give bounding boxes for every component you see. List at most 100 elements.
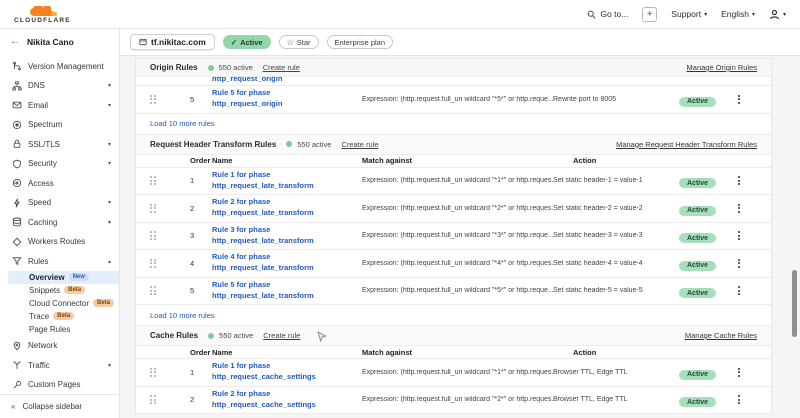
table-row: 5 Rule 5 for phasehttp_request_origin Ex… (136, 86, 771, 114)
chevron-up-icon: ▴ (108, 258, 111, 265)
language-menu[interactable]: English ▾ (721, 9, 755, 19)
rule-name-link[interactable]: Rule 5 for phasehttp_request_origin (212, 88, 362, 110)
rule-action: Set static header-1 = value-1 (553, 177, 679, 184)
chevron-down-icon: ▾ (108, 160, 111, 167)
drag-handle-icon[interactable] (150, 176, 156, 185)
rule-expression: Expression: (http.request.full_uri wildc… (362, 287, 553, 294)
back-arrow-icon[interactable]: ← (10, 36, 20, 47)
sidebar: ← Nikita Cano Version Management DNS ▾ E… (0, 29, 120, 418)
load-more-origin-rules[interactable]: Load 10 more rules (136, 114, 771, 135)
sidebar-item-access[interactable]: Access (0, 173, 119, 193)
kebab-menu-button[interactable] (729, 259, 749, 268)
search-icon (587, 10, 596, 19)
table-row: 1 Rule 1 for phasehttp_request_late_tran… (136, 168, 771, 196)
rule-expression: Expression: (http.request.full_uri wildc… (362, 177, 553, 184)
sidebar-item-snippets[interactable]: Snippets Beta (0, 284, 119, 297)
sidebar-item-spectrum[interactable]: Spectrum (0, 115, 119, 135)
drag-handle-icon[interactable] (150, 259, 156, 268)
active-count: 550 active (219, 331, 253, 340)
sidebar-item-custom-pages[interactable]: Custom Pages (0, 375, 119, 395)
kebab-menu-button[interactable] (729, 176, 749, 185)
add-button[interactable]: + (642, 7, 657, 22)
origin-rules-header: Origin Rules 550 active Create rule Mana… (136, 59, 771, 77)
chevron-down-icon: ▾ (752, 11, 755, 18)
drag-handle-icon[interactable] (150, 231, 156, 240)
rule-name-link[interactable]: Rule 5 for phasehttp_request_late_transf… (212, 280, 362, 302)
account-name: Nikita Cano (27, 37, 74, 47)
sidebar-item-dns[interactable]: DNS ▾ (0, 76, 119, 96)
create-rule-link[interactable]: Create rule (263, 63, 300, 72)
star-button[interactable]: ☆ Star (279, 35, 319, 49)
rule-name-link[interactable]: Rule 2 for phasehttp_request_cache_setti… (212, 389, 362, 411)
rule-action: Set static header-4 = value-4 (553, 260, 679, 267)
zone-selector[interactable]: tf.nikitac.com (130, 34, 215, 50)
status-badge: Active (679, 97, 716, 107)
shield-icon (11, 158, 22, 169)
drag-handle-icon[interactable] (150, 95, 156, 104)
status-badge: Active (679, 370, 716, 380)
sidebar-item-rules[interactable]: Rules ▴ (0, 251, 119, 271)
active-count: 550 active (297, 140, 331, 149)
manage-request-header-transform-rules-link[interactable]: Manage Request Header Transform Rules (616, 140, 757, 149)
rule-name-link[interactable]: http_request_origin (212, 77, 771, 83)
sidebar-item-overview[interactable]: Overview New (8, 271, 119, 284)
kebab-menu-button[interactable] (729, 286, 749, 295)
create-rule-link[interactable]: Create rule (263, 331, 300, 340)
status-badge: Active (679, 206, 716, 216)
chevron-down-icon: ▾ (108, 199, 111, 206)
request-header-transform-rules-header: Request Header Transform Rules 550 activ… (136, 135, 771, 155)
rule-name-link[interactable]: Rule 2 for phasehttp_request_late_transf… (212, 197, 362, 219)
top-navbar: CLOUDFLARE Go to... + Support ▾ English … (0, 0, 800, 29)
chevron-down-icon: ▾ (108, 102, 111, 109)
sidebar-item-page-rules[interactable]: Page Rules (0, 323, 119, 336)
sidebar-item-workers-routes[interactable]: Workers Routes (0, 232, 119, 252)
rules-card: Origin Rules 550 active Create rule Mana… (135, 58, 772, 414)
sidebar-item-caching[interactable]: Caching ▾ (0, 212, 119, 232)
drag-handle-icon[interactable] (150, 395, 156, 404)
sidebar-item-traffic[interactable]: Traffic ▾ (0, 355, 119, 375)
email-icon (11, 100, 22, 111)
drag-handle-icon[interactable] (150, 368, 156, 377)
manage-cache-rules-link[interactable]: Manage Cache Rules (685, 331, 757, 340)
kebab-menu-button[interactable] (729, 204, 749, 213)
drag-handle-icon[interactable] (150, 204, 156, 213)
sidebar-item-trace[interactable]: Trace Beta (0, 310, 119, 323)
create-rule-link[interactable]: Create rule (341, 140, 378, 149)
cloudflare-logo[interactable]: CLOUDFLARE (14, 6, 71, 25)
kebab-menu-button[interactable] (729, 395, 749, 404)
rule-expression: Expression: (http.request.full_uri wildc… (362, 260, 553, 267)
rule-name-link[interactable]: Rule 4 for phasehttp_request_late_transf… (212, 252, 362, 274)
support-menu[interactable]: Support ▾ (671, 9, 707, 19)
cloudflare-cloud-icon (25, 6, 59, 17)
sidebar-item-version-management[interactable]: Version Management (0, 56, 119, 76)
drag-handle-icon[interactable] (150, 286, 156, 295)
account-header[interactable]: ← Nikita Cano (0, 29, 119, 54)
zone-domain: tf.nikitac.com (151, 37, 206, 47)
collapse-sidebar-button[interactable]: « Collapse sidebar (0, 394, 119, 418)
sidebar-item-email[interactable]: Email ▾ (0, 95, 119, 115)
table-row: 3 Rule 3 for phasehttp_request_late_tran… (136, 223, 771, 251)
beta-badge: Beta (93, 299, 114, 307)
account-menu[interactable]: ▾ (769, 9, 786, 20)
vertical-scrollbar-thumb[interactable] (792, 270, 797, 337)
table-row: 4 Rule 4 for phasehttp_request_late_tran… (136, 250, 771, 278)
user-icon (769, 9, 780, 20)
load-more-request-header-transform-rules[interactable]: Load 10 more rules (136, 305, 771, 326)
kebab-menu-button[interactable] (729, 368, 749, 377)
sidebar-item-ssl-tls[interactable]: SSL/TLS ▾ (0, 134, 119, 154)
rule-name-link[interactable]: Rule 1 for phasehttp_request_cache_setti… (212, 361, 362, 383)
rule-action: Set static header-2 = value-2 (553, 205, 679, 212)
manage-origin-rules-link[interactable]: Manage Origin Rules (687, 63, 757, 72)
rule-name-link[interactable]: Rule 1 for phasehttp_request_late_transf… (212, 170, 362, 192)
sidebar-item-cloud-connector[interactable]: Cloud Connector Beta (0, 297, 119, 310)
kebab-menu-button[interactable] (729, 95, 749, 104)
rule-name-link[interactable]: Rule 3 for phasehttp_request_late_transf… (212, 225, 362, 247)
goto-search[interactable]: Go to... (587, 9, 628, 19)
sidebar-item-speed[interactable]: Speed ▾ (0, 193, 119, 213)
rules-scroll-area[interactable]: Origin Rules 550 active Create rule Mana… (120, 56, 800, 418)
kebab-menu-button[interactable] (729, 231, 749, 240)
sidebar-item-network[interactable]: Network (0, 336, 119, 356)
active-dot-icon (208, 65, 214, 71)
table-row: 2 Rule 2 for phasehttp_request_cache_set… (136, 387, 771, 415)
sidebar-item-security[interactable]: Security ▾ (0, 154, 119, 174)
